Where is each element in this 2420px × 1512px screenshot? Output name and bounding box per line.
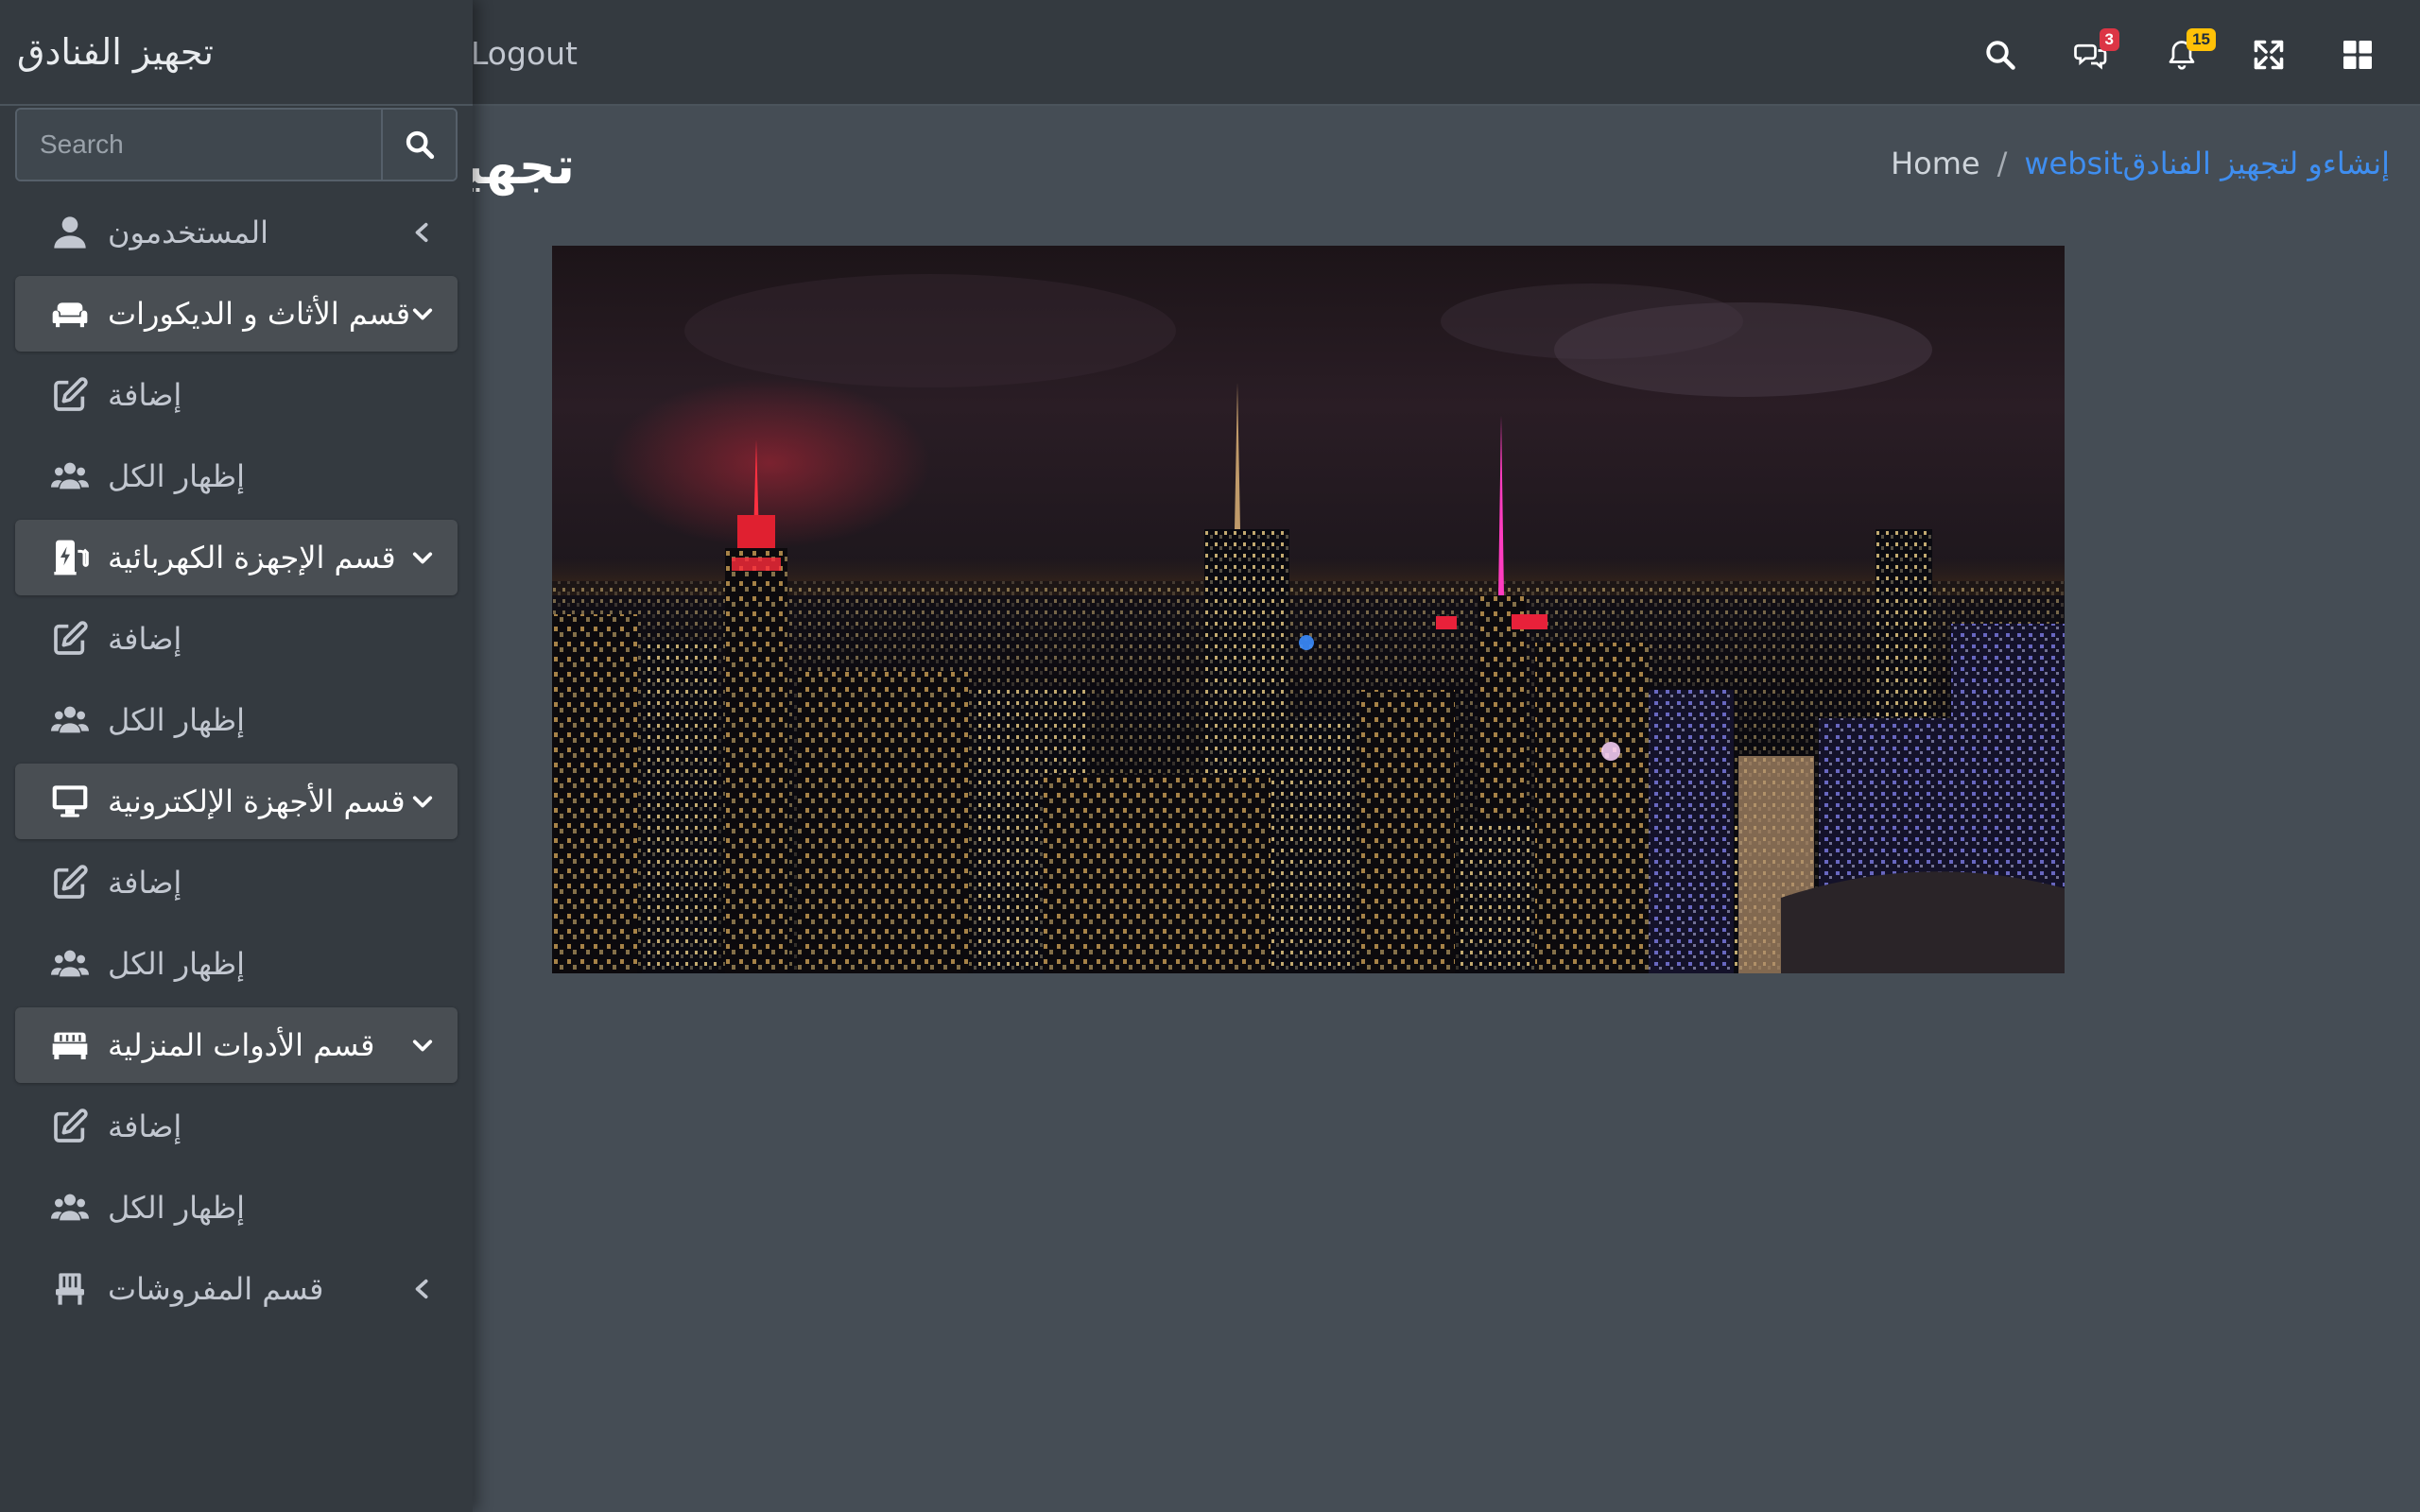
sidebar-item-label: المستخدمون — [108, 215, 268, 250]
sidebar-item-label: إضافة — [108, 621, 182, 657]
sidebar-item-label: إضافة — [108, 865, 182, 901]
messages-button[interactable]: 3 — [2066, 28, 2119, 79]
sidebar-item-electrical-section[interactable]: قسم الإجهزة الكهربائية — [15, 520, 458, 595]
search-icon — [1986, 41, 2015, 70]
sofa-icon — [47, 1022, 93, 1068]
chevron-left-icon — [406, 1273, 439, 1305]
sidebar-item-label: قسم الأثاث و الديكورات — [108, 296, 411, 332]
sidebar-item-users[interactable]: المستخدمون — [15, 195, 458, 270]
city-night-banner-image — [552, 246, 2065, 973]
sidebar-item-furniture-section[interactable]: قسم الأثاث و الديكورات — [15, 276, 458, 352]
sidebar-search — [15, 108, 458, 181]
sidebar-item-label: إظهار الكل — [108, 946, 246, 982]
users-icon — [47, 1185, 93, 1230]
search-toggle-button[interactable] — [1976, 30, 2025, 79]
sidebar-subitem-furniture-show-all[interactable]: إظهار الكل — [15, 438, 458, 514]
couch-icon — [47, 291, 93, 336]
breadcrumb-active-link[interactable]: websitإنشاءو لتجهيز الفنادق — [2024, 142, 2390, 185]
search-icon — [406, 130, 434, 160]
sidebar-item-label: إضافة — [108, 1108, 182, 1144]
user-icon — [47, 210, 93, 255]
city-skyline-illustration — [552, 274, 2065, 973]
sidebar-item-label: قسم الأجهزة الإلكترونية — [108, 783, 406, 819]
sidebar-item-furnishings-section[interactable]: قسم المفروشات — [15, 1251, 458, 1327]
chevron-down-icon — [406, 541, 439, 574]
sidebar-item-electronics-section[interactable]: قسم الأجهزة الإلكترونية — [15, 764, 458, 839]
expand-arrows-icon — [2254, 40, 2284, 70]
brand-title: تجهيز الفنادق — [17, 31, 214, 73]
sidebar-subitem-household-show-all[interactable]: إظهار الكل — [15, 1170, 458, 1246]
edit-icon — [47, 616, 93, 662]
sidebar-menu: المستخدمون قسم الأثاث و الديكورات إضافة — [15, 195, 458, 1332]
th-large-icon — [2343, 41, 2372, 69]
breadcrumb-separator: / — [1996, 146, 2008, 181]
chevron-left-icon — [406, 216, 439, 249]
chair-icon — [47, 1266, 93, 1312]
sidebar-item-label: إظهار الكل — [108, 458, 246, 494]
chevron-down-icon — [406, 298, 439, 330]
brand-link[interactable]: تجهيز الفنادق — [0, 0, 473, 106]
sidebar-subitem-electronics-add[interactable]: إضافة — [15, 845, 458, 920]
messages-count-badge: 3 — [2099, 28, 2119, 51]
sidebar-item-label: قسم الأدوات المنزلية — [108, 1027, 375, 1063]
chevron-down-icon — [406, 1029, 439, 1061]
sidebar-subitem-electronics-show-all[interactable]: إظهار الكل — [15, 926, 458, 1002]
edit-icon — [47, 372, 93, 418]
fullscreen-button[interactable] — [2244, 30, 2293, 79]
sidebar-item-label: إظهار الكل — [108, 702, 246, 738]
edit-icon — [47, 1104, 93, 1149]
main-sidebar: تجهيز الفنادق المستخدمون قسم الأثاث و ال… — [0, 0, 473, 1512]
control-sidebar-button[interactable] — [2333, 30, 2382, 79]
sidebar-subitem-household-add[interactable]: إضافة — [15, 1089, 458, 1164]
logout-link[interactable]: Logout — [471, 32, 578, 76]
sidebar-item-label: قسم الإجهزة الكهربائية — [108, 540, 396, 576]
users-icon — [47, 697, 93, 743]
sidebar-search-button[interactable] — [381, 110, 456, 180]
page-title: تجهيز الفنادق — [471, 136, 575, 196]
breadcrumb: Home / websitإنشاءو لتجهيز الفنادق — [1891, 142, 2390, 185]
notifications-button[interactable]: 15 — [2157, 28, 2216, 79]
sidebar-search-input[interactable] — [17, 110, 381, 180]
notifications-count-badge: 15 — [2187, 28, 2216, 51]
users-icon — [47, 454, 93, 499]
sidebar-item-label: إضافة — [108, 377, 182, 413]
sidebar-item-label: إظهار الكل — [108, 1190, 246, 1226]
sidebar-item-household-section[interactable]: قسم الأدوات المنزلية — [15, 1007, 458, 1083]
sidebar-item-label: قسم المفروشات — [108, 1271, 324, 1307]
charging-station-icon — [47, 535, 93, 580]
users-icon — [47, 941, 93, 987]
sidebar-subitem-electrical-show-all[interactable]: إظهار الكل — [15, 682, 458, 758]
desktop-icon — [47, 779, 93, 824]
edit-icon — [47, 860, 93, 905]
sidebar-subitem-electrical-add[interactable]: إضافة — [15, 601, 458, 677]
sidebar-subitem-furniture-add[interactable]: إضافة — [15, 357, 458, 433]
breadcrumb-home-link[interactable]: Home — [1891, 142, 1980, 185]
chevron-down-icon — [406, 785, 439, 817]
